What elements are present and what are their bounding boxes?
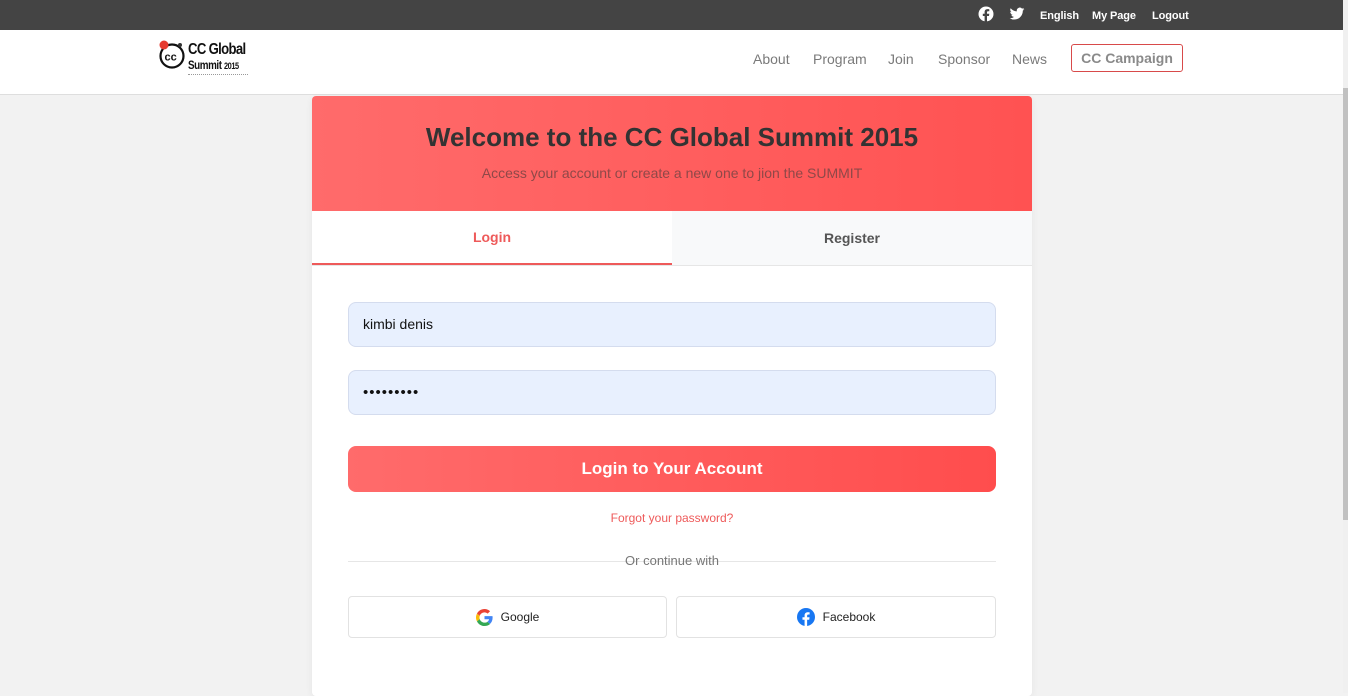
facebook-login-button[interactable]: Facebook: [676, 596, 996, 638]
site-header: cc CC Global Summit 2015 About Program J…: [0, 30, 1343, 95]
tab-login[interactable]: Login: [312, 211, 672, 265]
facebook-icon: [796, 608, 815, 626]
login-button[interactable]: Login to Your Account: [348, 446, 996, 492]
logout-link[interactable]: Logout: [1152, 10, 1189, 22]
page-scrollbar[interactable]: [1343, 0, 1348, 693]
my-page-link[interactable]: My Page: [1092, 10, 1136, 22]
forgot-password-link: Forgot your password?: [312, 511, 1032, 525]
google-login-button[interactable]: Google: [348, 596, 667, 638]
logo-line-1: CC Global: [188, 41, 246, 58]
svg-text:cc: cc: [165, 52, 177, 64]
nav-program[interactable]: Program: [813, 51, 867, 67]
auth-tabs: Login Register: [312, 211, 1032, 266]
welcome-banner: Welcome to the CC Global Summit 2015 Acc…: [312, 96, 1032, 211]
tab-register[interactable]: Register: [672, 211, 1032, 265]
facebook-icon[interactable]: [978, 6, 994, 22]
nav-join[interactable]: Join: [888, 51, 914, 67]
top-bar: English My Page Logout: [0, 0, 1343, 30]
welcome-subtitle: Access your account or create a new one …: [481, 165, 863, 181]
twitter-icon[interactable]: [1009, 6, 1025, 22]
logo-tagline-decoration: [188, 74, 248, 77]
facebook-label: Facebook: [822, 610, 876, 624]
welcome-title: Welcome to the CC Global Summit 2015: [425, 122, 919, 152]
cc-campaign-button[interactable]: CC Campaign: [1071, 44, 1183, 72]
nav-sponsor[interactable]: Sponsor: [938, 51, 990, 67]
google-icon: [475, 608, 493, 626]
site-logo[interactable]: cc CC Global Summit 2015: [158, 38, 253, 78]
logo-line-2: Summit 2015: [188, 58, 239, 72]
nav-about[interactable]: About: [753, 51, 790, 67]
forgot-password-text[interactable]: Forgot your password?: [611, 511, 734, 525]
language-link[interactable]: English: [1040, 10, 1079, 22]
divider-text: Or continue with: [625, 553, 719, 568]
google-label: Google: [500, 610, 540, 624]
username-field[interactable]: kimbi denis: [348, 302, 996, 347]
nav-news[interactable]: News: [1012, 51, 1047, 67]
scrollbar-thumb[interactable]: [1343, 88, 1348, 520]
auth-card: Welcome to the CC Global Summit 2015 Acc…: [312, 96, 1032, 696]
password-field[interactable]: •••••••••: [348, 370, 996, 415]
